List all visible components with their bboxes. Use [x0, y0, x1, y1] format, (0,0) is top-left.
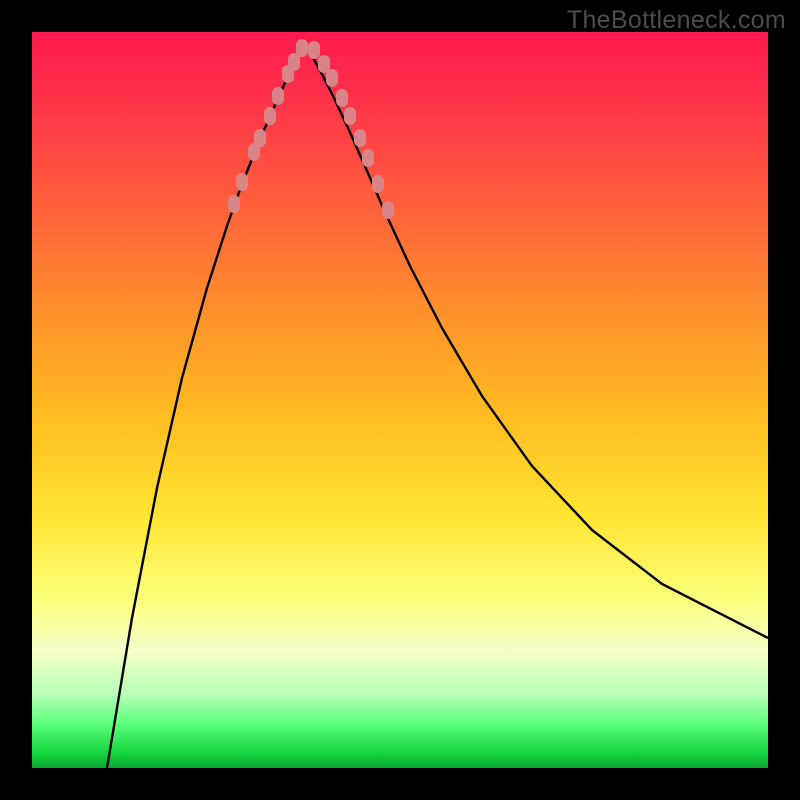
data-marker [236, 173, 248, 191]
watermark-text: TheBottleneck.com [567, 6, 786, 35]
plot-area [32, 32, 768, 768]
curve-left-branch [107, 44, 304, 768]
data-marker [326, 69, 338, 87]
data-marker [272, 87, 284, 105]
data-marker [336, 89, 348, 107]
data-marker [264, 107, 276, 125]
curve-svg [32, 32, 768, 768]
data-marker [254, 129, 266, 147]
chart-frame: TheBottleneck.com [0, 0, 800, 800]
data-marker [382, 201, 394, 219]
data-markers [228, 39, 394, 219]
curve-right-branch [304, 44, 768, 638]
data-marker [362, 149, 374, 167]
data-marker [296, 39, 308, 57]
data-marker [288, 53, 300, 71]
data-marker [344, 107, 356, 125]
data-marker [228, 195, 240, 213]
data-marker [308, 41, 320, 59]
data-marker [354, 129, 366, 147]
data-marker [372, 175, 384, 193]
data-marker [318, 55, 330, 73]
